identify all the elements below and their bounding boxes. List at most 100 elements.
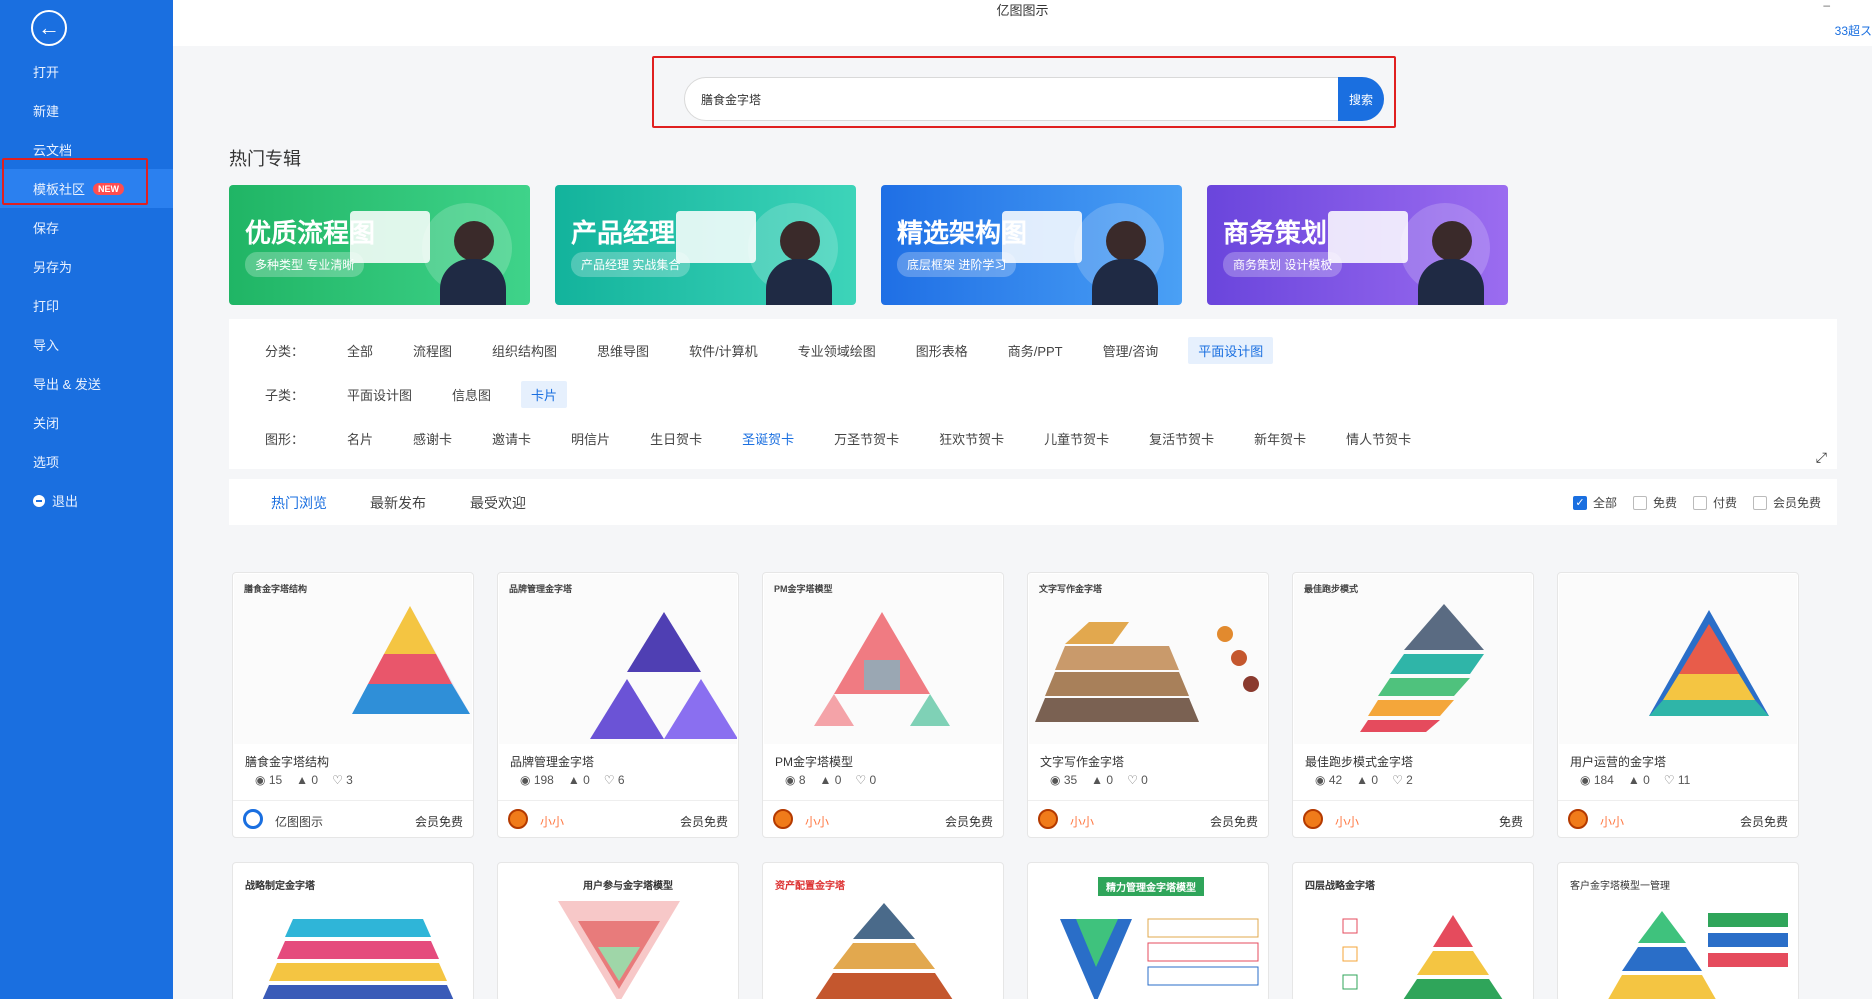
favorites-count: ♡ 6 xyxy=(603,773,625,787)
category-option-selected[interactable]: 平面设计图 xyxy=(1188,337,1274,364)
author-name[interactable]: 小小 xyxy=(540,813,564,830)
favorites-count: ♡ 11 xyxy=(1663,773,1691,787)
template-card[interactable]: 文字写作金字塔 文字写作金字塔 ◉ 35 ▲ 0 ♡ 0 小小 会员免费 xyxy=(1027,572,1269,838)
subcategory-option[interactable]: 信息图 xyxy=(442,381,501,408)
author-name[interactable]: 小小 xyxy=(1070,813,1094,830)
category-option[interactable]: 全部 xyxy=(337,337,383,364)
sidebar-item-print[interactable]: 打印 xyxy=(0,286,173,325)
search-input[interactable] xyxy=(701,78,1301,120)
template-name: PM金字塔模型 xyxy=(775,755,854,769)
template-card[interactable]: 最佳跑步模式 最佳跑步模式金字塔 ◉ 42 ▲ 0 ♡ 2 小小 免费 xyxy=(1292,572,1534,838)
back-arrow-icon[interactable]: ← xyxy=(31,10,67,46)
person-icon xyxy=(780,221,820,261)
sidebar-item-exit[interactable]: 退出 xyxy=(0,481,173,520)
checkbox-paid[interactable]: 付费 xyxy=(1692,494,1737,511)
author-name[interactable]: 小小 xyxy=(1600,813,1624,830)
sidebar-item-open[interactable]: 打开 xyxy=(0,52,173,91)
template-card[interactable]: 战略制定金字塔 xyxy=(232,862,474,999)
sidebar-item-label: 云文档 xyxy=(33,143,73,158)
category-option[interactable]: 商务/PPT xyxy=(998,337,1073,364)
author-name[interactable]: 亿图图示 xyxy=(275,813,323,830)
checkbox-icon xyxy=(1752,495,1767,510)
template-card[interactable]: 精力管理金字塔模型 xyxy=(1027,862,1269,999)
shape-option[interactable]: 名片 xyxy=(337,425,383,452)
banner-flowchart[interactable]: 优质流程图 多种类型 专业清晰 xyxy=(229,185,530,305)
shape-option[interactable]: 复活节贺卡 xyxy=(1139,425,1224,452)
template-card[interactable]: 用户运营的金字塔 ◉ 184 ▲ 0 ♡ 11 小小 会员免费 xyxy=(1557,572,1799,838)
banner-architecture[interactable]: 精选架构图 底层框架 进阶学习 xyxy=(881,185,1182,305)
subcategory-option[interactable]: 平面设计图 xyxy=(337,381,422,408)
shape-option[interactable]: 情人节贺卡 xyxy=(1336,425,1421,452)
shape-option-highlighted[interactable]: 圣诞贺卡 xyxy=(732,425,804,452)
corner-link[interactable]: 33超ス xyxy=(1835,22,1872,39)
category-option[interactable]: 组织结构图 xyxy=(482,337,567,364)
search-button[interactable]: 搜索 xyxy=(1338,77,1384,121)
exit-icon xyxy=(33,494,45,507)
checkbox-all[interactable]: ✓ 全部 xyxy=(1572,494,1617,511)
template-name: 膳食金字塔结构 xyxy=(245,755,330,769)
shape-option[interactable]: 狂欢节贺卡 xyxy=(929,425,1014,452)
sort-tab-latest[interactable]: 最新发布 xyxy=(370,493,426,513)
sidebar-item-options[interactable]: 选项 xyxy=(0,442,173,481)
template-card[interactable]: 用户参与金字塔模型 xyxy=(497,862,739,999)
category-option[interactable]: 流程图 xyxy=(403,337,462,364)
section-title: 热门专辑 xyxy=(229,149,301,169)
category-option[interactable]: 图形表格 xyxy=(906,337,978,364)
category-option[interactable]: 管理/咨询 xyxy=(1093,337,1169,364)
template-card[interactable]: PM金字塔模型 PM金字塔模型 ◉ 8 ▲ 0 ♡ 0 小小 会员免费 xyxy=(762,572,1004,838)
shape-option[interactable]: 新年贺卡 xyxy=(1244,425,1316,452)
sort-tab-popular[interactable]: 最受欢迎 xyxy=(470,493,526,513)
shape-option[interactable]: 生日贺卡 xyxy=(640,425,712,452)
author-name[interactable]: 小小 xyxy=(805,813,829,830)
shape-option[interactable]: 明信片 xyxy=(561,425,620,452)
pyramid-graphic xyxy=(1035,622,1259,722)
template-stats: ◉ 8 ▲ 0 ♡ 0 xyxy=(785,773,890,787)
shape-option[interactable]: 邀请卡 xyxy=(482,425,541,452)
sidebar-item-export-send[interactable]: 导出 & 发送 xyxy=(0,364,173,403)
sidebar-item-save-as[interactable]: 另存为 xyxy=(0,247,173,286)
sidebar-item-label: 导入 xyxy=(33,338,60,353)
checkbox-free[interactable]: 免费 xyxy=(1632,494,1677,511)
category-option[interactable]: 软件/计算机 xyxy=(679,337,768,364)
banner-subtitle: 多种类型 专业清晰 xyxy=(245,252,365,277)
person-body-icon xyxy=(1418,259,1484,305)
template-thumbnail: PM金字塔模型 xyxy=(764,574,1002,744)
sidebar-item-save[interactable]: 保存 xyxy=(0,208,173,247)
category-option[interactable]: 专业领域绘图 xyxy=(788,337,886,364)
sidebar-item-new[interactable]: 新建 xyxy=(0,91,173,130)
sidebar-item-close[interactable]: 关闭 xyxy=(0,403,173,442)
checkbox-icon xyxy=(1632,495,1647,510)
minimize-icon[interactable]: – xyxy=(1823,0,1830,12)
banner-business-planning[interactable]: 商务策划 商务策划 设计模板 xyxy=(1207,185,1508,305)
sidebar-item-import[interactable]: 导入 xyxy=(0,325,173,364)
likes-count: ▲ 0 xyxy=(567,773,590,787)
author-name[interactable]: 小小 xyxy=(1335,813,1359,830)
shape-option[interactable]: 万圣节贺卡 xyxy=(824,425,909,452)
banner-title: 产品经理 xyxy=(571,218,676,248)
shape-option[interactable]: 感谢卡 xyxy=(403,425,462,452)
subcategory-option-selected[interactable]: 卡片 xyxy=(521,381,568,408)
card-footer: 亿图图示 会员免费 xyxy=(233,800,473,837)
banner-product-manager[interactable]: 产品经理 产品经理 实战集合 xyxy=(555,185,856,305)
price-label: 会员免费 xyxy=(944,815,993,829)
checkbox-checked-icon: ✓ xyxy=(1572,495,1587,510)
template-card[interactable]: 四层战略金字塔 xyxy=(1292,862,1534,999)
app-title: 亿图图示 xyxy=(996,3,1049,18)
checkbox-label: 付费 xyxy=(1712,496,1737,510)
template-card[interactable]: 资产配置金字塔 xyxy=(762,862,1004,999)
avatar xyxy=(508,809,528,829)
template-card[interactable]: 品牌管理金字塔 品牌管理金字塔 ◉ 198 ▲ 0 ♡ 6 小小 会员免费 xyxy=(497,572,739,838)
views-count: ◉ 42 xyxy=(1315,773,1343,787)
sort-tab-hot[interactable]: 热门浏览 xyxy=(271,493,327,513)
shape-option[interactable]: 儿童节贺卡 xyxy=(1034,425,1119,452)
checkbox-member-free[interactable]: 会员免费 xyxy=(1752,494,1821,511)
template-name: 最佳跑步模式金字塔 xyxy=(1305,755,1414,769)
template-name: 文字写作金字塔 xyxy=(1040,755,1125,769)
expand-icon[interactable]: ⤢ xyxy=(1816,449,1827,466)
thumbnail-title: 资产配置金字塔 xyxy=(775,881,845,892)
category-option[interactable]: 思维导图 xyxy=(587,337,659,364)
template-card[interactable]: 膳食金字塔结构 膳食金字塔结构 ◉ 15 ▲ 0 ♡ 3 亿图图示 会员免费 xyxy=(232,572,474,838)
views-count: ◉ 15 xyxy=(255,773,283,787)
card-footer: 小小 会员免费 xyxy=(763,800,1003,837)
template-card[interactable]: 客户金字塔模型一管理 xyxy=(1557,862,1799,999)
